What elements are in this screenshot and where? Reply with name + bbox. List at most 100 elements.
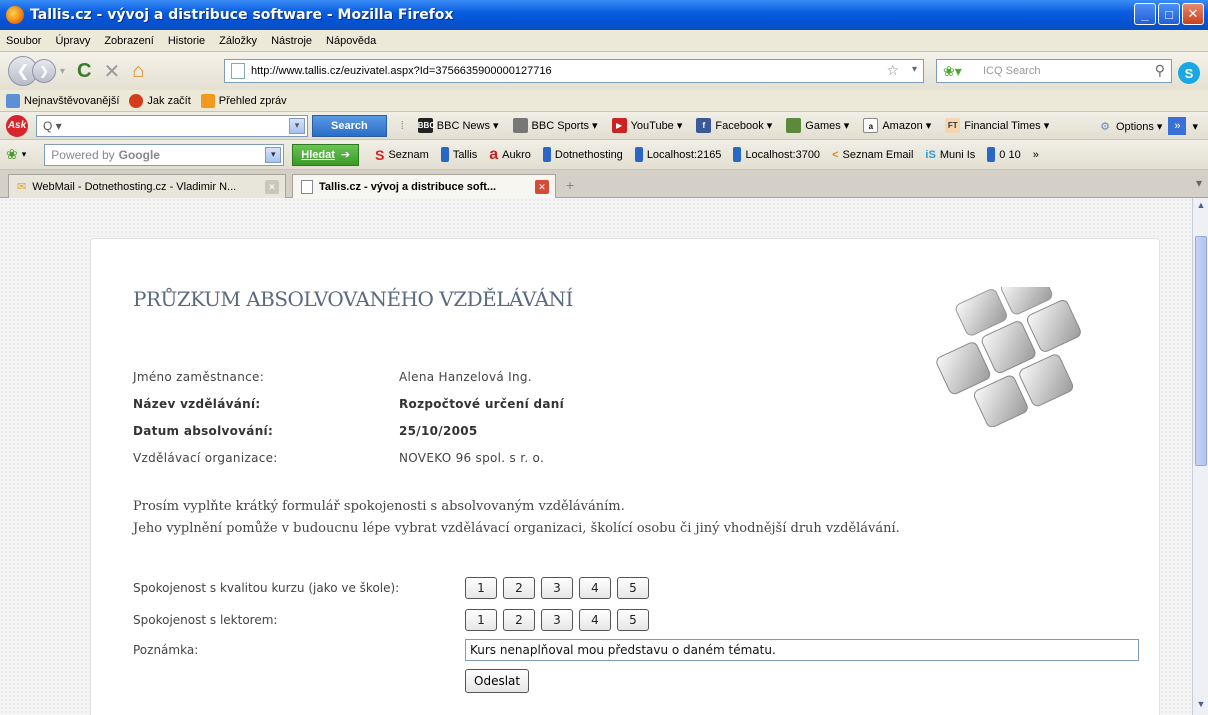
tab-label: Tallis.cz - vývoj a distribuce soft... — [319, 180, 497, 193]
bbc-icon: BBC — [417, 118, 435, 133]
link-aukro[interactable]: a Aukro — [489, 146, 531, 164]
tab-list-icon[interactable]: ▾ — [1196, 176, 1202, 190]
toolbar-flower-icon[interactable]: ❀ — [6, 146, 18, 163]
chevron-more-icon[interactable]: » — [1033, 149, 1039, 161]
lector-rating-1-button[interactable]: 1 — [465, 609, 497, 631]
bookmark-flag-icon — [733, 147, 742, 162]
navigation-bar: ❮ ❯ ▾ C ✕ ⌂ http://www.tallis.cz/euzivat… — [0, 52, 1208, 90]
address-bar[interactable]: http://www.tallis.cz/euzivatel.aspx?Id=3… — [224, 59, 924, 83]
menu-napoveda[interactable]: Nápověda — [326, 35, 376, 47]
separator-icon: ⁞ — [400, 119, 404, 132]
ask-item-financial-times[interactable]: FT Financial Times ▾ — [945, 118, 1049, 133]
ask-search-input[interactable]: Q ▾ ▾ — [36, 114, 308, 137]
lector-rating-2-button[interactable]: 2 — [503, 609, 535, 631]
close-button[interactable]: ✕ — [1182, 3, 1204, 25]
bookmark-most-visited[interactable]: Nejnavštěvovanější — [6, 93, 120, 108]
tab-close-icon[interactable]: ✕ — [535, 180, 549, 194]
bookmark-getting-started[interactable]: Jak začít — [129, 93, 191, 108]
minimize-button[interactable]: _ — [1134, 3, 1156, 25]
link-label: Tallis — [452, 148, 478, 161]
link-muni-is[interactable]: iS Muni Is — [925, 149, 975, 161]
bookmark-label: Přehled zpráv — [218, 94, 287, 107]
ask-item-amazon[interactable]: a Amazon ▾ — [863, 118, 931, 133]
intro-text-line1: Prosím vyplňte krátký formulář spokojeno… — [133, 499, 625, 514]
course-rating-5-button[interactable]: 5 — [617, 577, 649, 599]
page-icon — [231, 63, 245, 79]
maximize-button[interactable]: □ — [1158, 3, 1180, 25]
employee-name-label: Jméno zaměstnance: — [133, 370, 265, 384]
bookmark-flag-icon — [634, 147, 643, 162]
amazon-icon: a — [863, 118, 879, 133]
lector-rating-4-button[interactable]: 4 — [579, 609, 611, 631]
submit-button[interactable]: Odeslat — [465, 669, 530, 693]
menu-soubor[interactable]: Soubor — [6, 35, 41, 47]
stop-icon[interactable]: ✕ — [103, 59, 120, 84]
link-seznam[interactable]: S Seznam — [375, 147, 429, 163]
google-search-button[interactable]: Hledat ➔ — [292, 143, 360, 166]
ask-item-youtube[interactable]: ▶ YouTube ▾ — [611, 118, 682, 133]
lector-rating-label: Spokojenost s lektorem: — [133, 613, 278, 627]
menu-zobrazeni[interactable]: Zobrazení — [104, 35, 154, 47]
lector-rating-3-button[interactable]: 3 — [541, 609, 573, 631]
bookmark-star-icon[interactable]: ☆ — [886, 62, 899, 79]
icq-search-input[interactable]: ❀▾ ICQ Search ⚲ — [936, 59, 1172, 83]
options-gear-icon: ⚙ — [1100, 120, 1110, 133]
menu-historie[interactable]: Historie — [168, 35, 205, 47]
google-brand: Google — [118, 147, 160, 162]
bookmark-flag-icon — [440, 147, 449, 162]
ask-item-bbc-sports[interactable]: BBC Sports ▾ — [512, 118, 598, 133]
ask-item-label: BBC News ▾ — [436, 120, 499, 132]
link-tallis[interactable]: Tallis — [440, 147, 478, 162]
ask-search-button[interactable]: Search — [312, 114, 387, 137]
forward-button[interactable]: ❯ — [32, 59, 56, 83]
link-seznam-email[interactable]: < Seznam Email — [832, 149, 913, 161]
note-input[interactable]: Kurs nenaplňoval mou představu o daném t… — [465, 639, 1139, 661]
menu-upravy[interactable]: Úpravy — [55, 35, 90, 47]
course-rating-4-button[interactable]: 4 — [579, 577, 611, 599]
url-dropdown-icon[interactable]: ▾ — [912, 64, 917, 75]
search-icon[interactable]: ⚲ — [1155, 62, 1165, 79]
bookmark-news[interactable]: Přehled zpráv — [200, 93, 287, 108]
tab-tallis[interactable]: Tallis.cz - vývoj a distribuce soft... ✕ — [292, 174, 556, 198]
course-rating-1-button[interactable]: 1 — [465, 577, 497, 599]
lector-rating-5-button[interactable]: 5 — [617, 609, 649, 631]
course-rating-2-button[interactable]: 2 — [503, 577, 535, 599]
dropdown-arrow-icon[interactable]: ▾ — [1192, 120, 1198, 133]
ask-logo-icon[interactable]: Ask — [6, 114, 28, 137]
history-dropdown-icon[interactable]: ▾ — [60, 66, 65, 77]
window-title: Tallis.cz - vývoj a distribuce software … — [30, 7, 454, 23]
tab-close-icon[interactable]: ✕ — [265, 180, 279, 194]
link-localhost-3700[interactable]: Localhost:3700 — [733, 147, 820, 162]
dropdown-arrow-icon[interactable]: ▾ — [265, 146, 282, 163]
google-search-input[interactable]: Powered by Google ▾ — [44, 143, 285, 166]
ask-item-games[interactable]: Games ▾ — [786, 118, 849, 133]
seznam-icon: S — [375, 146, 385, 163]
menu-zalozky[interactable]: Záložky — [219, 35, 257, 47]
link-dotnethosting[interactable]: Dotnethosting — [542, 147, 623, 162]
chevron-more-icon[interactable]: » — [1168, 117, 1187, 135]
scroll-down-icon[interactable]: ▼ — [1194, 699, 1208, 713]
tab-label: WebMail - Dotnethosting.cz - Vladimir N.… — [32, 180, 237, 193]
new-tab-icon[interactable]: + — [566, 177, 574, 193]
ask-item-facebook[interactable]: f Facebook ▾ — [696, 118, 772, 133]
menu-nastroje[interactable]: Nástroje — [271, 35, 312, 47]
reload-icon[interactable]: C — [77, 60, 91, 83]
scrollbar-thumb[interactable] — [1195, 236, 1207, 466]
skype-icon[interactable]: S — [1178, 62, 1200, 84]
vertical-scrollbar[interactable]: ▲ ▼ — [1192, 198, 1208, 715]
ask-item-label: Amazon ▾ — [882, 120, 932, 132]
bookmark-label: Nejnavštěvovanější — [24, 94, 120, 107]
google-placeholder: Powered by — [51, 147, 115, 162]
link-localhost-2165[interactable]: Localhost:2165 — [634, 147, 721, 162]
dropdown-arrow-icon[interactable]: ▾ — [22, 149, 27, 160]
ask-search-value: Q ▾ — [43, 118, 62, 133]
ask-options-button[interactable]: Options ▾ — [1116, 120, 1163, 133]
ask-toolbar: Ask Q ▾ ▾ Search ⁞ BBC BBC News ▾ BBC Spo… — [0, 112, 1208, 140]
home-icon[interactable]: ⌂ — [132, 60, 144, 83]
ask-item-bbc-news[interactable]: BBC BBC News ▾ — [417, 118, 499, 133]
link-0-10[interactable]: 0 10 — [987, 147, 1021, 162]
scroll-up-icon[interactable]: ▲ — [1194, 200, 1208, 214]
tab-webmail[interactable]: ✉ WebMail - Dotnethosting.cz - Vladimir … — [8, 174, 286, 198]
course-rating-3-button[interactable]: 3 — [541, 577, 573, 599]
dropdown-arrow-icon[interactable]: ▾ — [289, 117, 305, 134]
